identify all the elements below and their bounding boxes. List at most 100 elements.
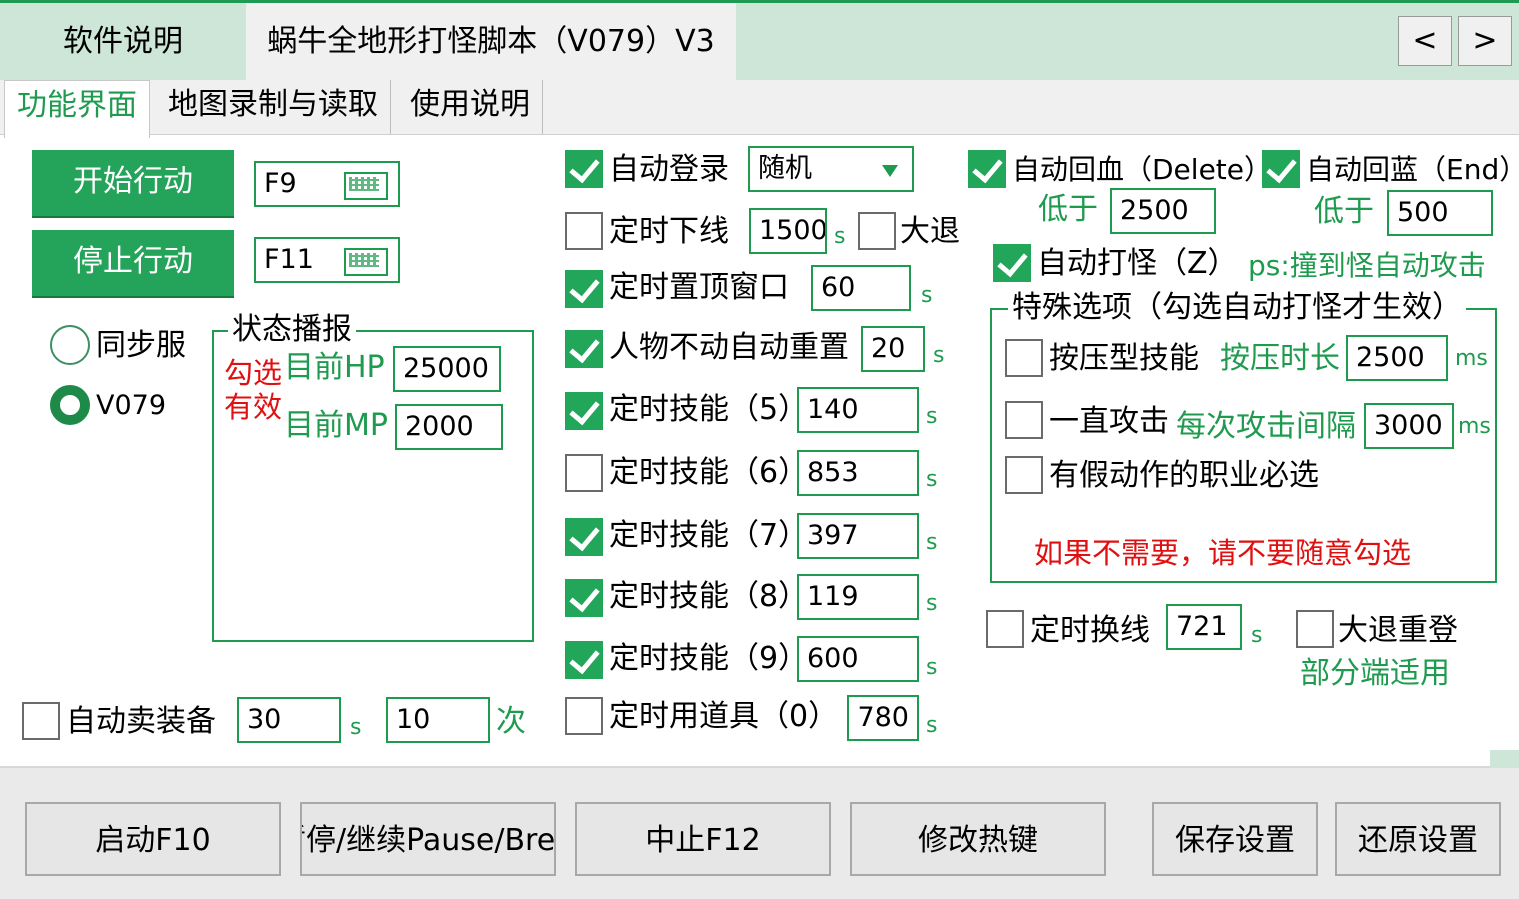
auto-fight-hint: ps:撞到怪自动攻击 xyxy=(1248,249,1486,282)
big-exit-checkbox[interactable] xyxy=(858,212,896,250)
switch-seconds-field[interactable]: 721 xyxy=(1166,604,1242,650)
hp-threshold-field[interactable]: 2500 xyxy=(1110,188,1216,234)
auto-login-label: 自动登录 xyxy=(609,152,729,187)
hp-field[interactable]: 25000 xyxy=(393,346,501,392)
sell-equip-checkbox[interactable] xyxy=(22,702,60,740)
stop-action-button[interactable]: 停止行动 xyxy=(32,230,234,296)
auto-mp-label: 自动回蓝（End） xyxy=(1306,153,1519,186)
hp-below-label: 低于 xyxy=(1038,192,1098,227)
abort-f12-button[interactable]: 中止F12 xyxy=(575,802,831,876)
skill9-checkbox[interactable] xyxy=(565,641,603,679)
item0-checkbox[interactable] xyxy=(565,697,603,735)
skill7-unit: s xyxy=(926,530,938,555)
skill5-label: 定时技能（5） xyxy=(609,392,809,427)
press-duration-label: 按压时长 xyxy=(1220,341,1340,376)
tab-scroll-left-button[interactable]: < xyxy=(1398,16,1452,66)
top-window-seconds-field[interactable]: 60 xyxy=(811,265,911,311)
skill8-field[interactable]: 119 xyxy=(797,574,919,620)
skill7-checkbox[interactable] xyxy=(565,518,603,556)
idle-seconds-field[interactable]: 20 xyxy=(861,326,925,372)
press-skill-checkbox[interactable] xyxy=(1005,339,1043,377)
subtab-usage[interactable]: 使用说明 xyxy=(398,80,543,135)
tab-script-main[interactable]: 蜗牛全地形打怪脚本（V079）V3 xyxy=(246,3,736,80)
always-attack-checkbox[interactable] xyxy=(1005,401,1043,439)
big-relogin-label: 大退重登 xyxy=(1338,613,1458,648)
skill6-field[interactable]: 853 xyxy=(797,450,919,496)
skill8-label: 定时技能（8） xyxy=(609,579,809,614)
chevron-left-icon: < xyxy=(1412,23,1438,58)
skill6-label: 定时技能（6） xyxy=(609,455,809,490)
skill5-field[interactable]: 140 xyxy=(797,387,919,433)
top-window-unit: s xyxy=(921,283,933,308)
idle-reset-label: 人物不动自动重置 xyxy=(609,330,849,365)
offline-seconds-field[interactable]: 1500 xyxy=(749,208,827,254)
special-options-title: 特殊选项（勾选自动打怪才生效） xyxy=(1008,290,1466,326)
auto-mp-checkbox[interactable] xyxy=(1262,150,1300,188)
skill5-unit: s xyxy=(926,404,938,429)
status-group-title: 状态播报 xyxy=(228,312,356,348)
edit-hotkeys-button[interactable]: 修改热键 xyxy=(850,802,1106,876)
radio-sync-server-label: 同步服 xyxy=(96,328,186,363)
auto-fight-checkbox[interactable] xyxy=(993,244,1031,282)
valid-note: 勾选有效 xyxy=(224,356,283,424)
big-exit-label: 大退 xyxy=(900,214,960,249)
chevron-right-icon: > xyxy=(1472,23,1498,58)
timed-offline-checkbox[interactable] xyxy=(565,212,603,250)
auto-login-checkbox[interactable] xyxy=(565,150,603,188)
skill9-unit: s xyxy=(926,655,938,680)
start-hotkey-field[interactable]: F9 xyxy=(254,161,400,207)
always-attack-label: 一直攻击 xyxy=(1049,404,1169,439)
press-duration-unit: ms xyxy=(1455,346,1488,371)
sell-equip-label: 自动卖装备 xyxy=(66,704,216,739)
fake-action-checkbox[interactable] xyxy=(1005,456,1043,494)
timed-switch-checkbox[interactable] xyxy=(986,610,1024,648)
hp-label: 目前HP xyxy=(284,350,385,385)
save-settings-button[interactable]: 保存设置 xyxy=(1152,802,1318,876)
stop-hotkey-field[interactable]: F11 xyxy=(254,237,400,283)
skill8-checkbox[interactable] xyxy=(565,579,603,617)
top-window-label: 定时置顶窗口 xyxy=(609,270,789,305)
skill5-checkbox[interactable] xyxy=(565,392,603,430)
tab-software-info[interactable]: 软件说明 xyxy=(0,3,246,80)
pause-resume-button[interactable]: 暂停/继续Pause/Break xyxy=(300,802,556,876)
sell-interval-unit: s xyxy=(350,715,362,740)
attack-interval-label: 每次攻击间隔 xyxy=(1176,409,1356,444)
chevron-down-icon xyxy=(882,165,898,177)
top-window-checkbox[interactable] xyxy=(565,270,603,308)
item0-label: 定时用道具（0） xyxy=(609,699,839,734)
sell-interval-field[interactable]: 30 xyxy=(237,697,341,743)
attack-interval-field[interactable]: 3000 xyxy=(1364,403,1454,449)
mp-threshold-field[interactable]: 500 xyxy=(1387,190,1493,236)
skill9-field[interactable]: 600 xyxy=(797,636,919,682)
idle-reset-checkbox[interactable] xyxy=(565,330,603,368)
sell-times-field[interactable]: 10 xyxy=(386,697,490,743)
timed-offline-label: 定时下线 xyxy=(609,214,729,249)
auto-hp-checkbox[interactable] xyxy=(968,150,1006,188)
idle-unit: s xyxy=(933,343,945,368)
start-f10-button[interactable]: 启动F10 xyxy=(25,802,281,876)
big-relogin-checkbox[interactable] xyxy=(1296,610,1334,648)
restore-settings-button[interactable]: 还原设置 xyxy=(1335,802,1501,876)
press-skill-label: 按压型技能 xyxy=(1049,341,1199,376)
mp-label: 目前MP xyxy=(284,408,388,443)
tab-scroll-right-button[interactable]: > xyxy=(1458,16,1512,66)
sell-times-unit: 次 xyxy=(496,704,526,739)
skill6-checkbox[interactable] xyxy=(565,454,603,492)
start-action-button[interactable]: 开始行动 xyxy=(32,150,234,216)
skill7-label: 定时技能（7） xyxy=(609,518,809,553)
offline-unit: s xyxy=(834,224,846,249)
skill8-unit: s xyxy=(926,591,938,616)
item0-field[interactable]: 780 xyxy=(847,695,919,741)
radio-v079[interactable] xyxy=(50,385,90,425)
login-mode-select[interactable]: 随机 xyxy=(748,146,914,192)
timed-switch-label: 定时换线 xyxy=(1030,613,1150,648)
radio-sync-server[interactable] xyxy=(50,325,90,365)
skill7-field[interactable]: 397 xyxy=(797,513,919,559)
fake-action-label: 有假动作的职业必选 xyxy=(1049,458,1319,493)
switch-unit: s xyxy=(1251,623,1263,648)
subtab-function[interactable]: 功能界面 xyxy=(4,80,150,138)
press-duration-field[interactable]: 2500 xyxy=(1346,335,1448,381)
keyboard-icon xyxy=(344,172,388,200)
subtab-map-record[interactable]: 地图录制与读取 xyxy=(156,80,391,135)
mp-field[interactable]: 2000 xyxy=(395,404,503,450)
